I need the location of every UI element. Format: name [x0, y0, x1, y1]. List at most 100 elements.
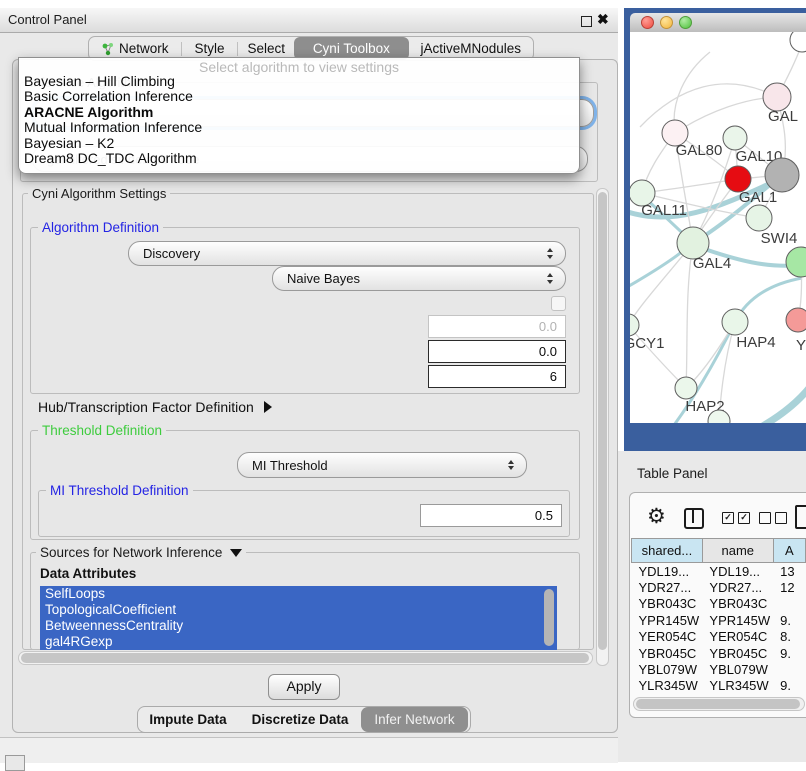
mi-steps-field[interactable]: 6 [428, 365, 566, 388]
apply-button[interactable]: Apply [268, 674, 340, 700]
table-row[interactable]: YDR27...YDR27...12 [632, 579, 806, 595]
node-green[interactable] [786, 247, 806, 277]
attribute-list-item[interactable]: TopologicalCoefficient [40, 602, 557, 618]
document-icon[interactable] [795, 505, 806, 529]
control-panel-titlebar [0, 8, 618, 33]
column-header[interactable]: shared... [632, 539, 703, 563]
network-edge [642, 179, 738, 193]
tab-label: Network [119, 41, 169, 56]
sources-title: Sources for Network Inference [40, 545, 222, 560]
deselect-checkbox-icon[interactable] [759, 512, 771, 524]
node-gcy1[interactable] [630, 314, 639, 336]
dropdown-item[interactable]: Dream8 DC_TDC Algorithm [19, 151, 579, 166]
table-cell: 9. [773, 612, 805, 628]
attribute-list-item[interactable]: BetweennessCentrality [40, 618, 557, 634]
node-gal1-label: GAL1 [739, 189, 777, 206]
table-cell: YLR345W [632, 678, 703, 694]
column-header[interactable]: A [773, 539, 805, 563]
tab-label: Cyni Toolbox [313, 41, 390, 56]
node-gal4-label: GAL4 [693, 255, 731, 272]
node-hap4-label: HAP4 [736, 334, 775, 351]
close-icon[interactable]: ✖ [597, 11, 609, 28]
node-hap2[interactable] [675, 377, 697, 399]
table-cell: YPR145W [702, 612, 773, 628]
hub-definition-label: Hub/Transcription Factor Definition [38, 399, 254, 415]
dpi-tolerance-field[interactable]: 0.0 [428, 340, 566, 363]
node-hap4[interactable] [722, 309, 748, 335]
dropdown-item[interactable]: Mutual Information Inference [19, 120, 579, 135]
dropdown-item-list: Bayesian – Hill ClimbingBasic Correlatio… [19, 74, 579, 166]
attributes-scrollbar[interactable] [544, 589, 554, 646]
dropdown-item[interactable]: Basic Correlation Inference [19, 89, 579, 104]
node-gray[interactable] [765, 158, 799, 192]
mi-threshold-field[interactable]: 0.5 [420, 504, 562, 527]
settings-vertical-scrollbar-thumb[interactable] [598, 192, 607, 650]
aracne-mode-combo[interactable]: Discovery [128, 241, 566, 266]
tab-discretize-data[interactable]: Discretize Data [239, 707, 361, 732]
network-window-titlebar[interactable] [630, 13, 806, 33]
threshold-definition-title: Threshold Definition [38, 423, 166, 438]
which-threshold-combo[interactable]: MI Threshold [237, 452, 527, 478]
node-swi4[interactable] [746, 205, 772, 231]
deselect-checkbox-icon[interactable] [775, 512, 787, 524]
table-cell: YBL079W [702, 661, 773, 677]
dropdown-item[interactable]: Bayesian – Hill Climbing [19, 74, 579, 89]
expand-right-icon [264, 401, 272, 413]
tab-infer-network[interactable]: Infer Network [361, 707, 468, 732]
table-cell: 13 [773, 563, 805, 580]
columns-icon[interactable] [684, 508, 704, 529]
table-cell [773, 596, 805, 612]
kernel-width-field[interactable]: 0.0 [428, 315, 566, 338]
which-threshold-value: MI Threshold [238, 458, 508, 473]
attribute-list-item[interactable]: gal4RGexp [40, 634, 557, 650]
table-cell: YLR345W [702, 678, 773, 694]
collapsed-panel-icon[interactable] [5, 755, 25, 771]
data-attributes-label: Data Attributes [40, 566, 136, 581]
dropdown-item[interactable]: ARACNE Algorithm [19, 105, 579, 120]
settings-horizontal-scrollbar-thumb[interactable] [21, 653, 589, 663]
manual-kernel-checkbox[interactable] [551, 296, 566, 311]
gear-icon[interactable]: ⚙ [647, 503, 666, 531]
mi-threshold-group-title: MI Threshold Definition [46, 483, 193, 498]
table-row[interactable]: YER054CYER054C8. [632, 629, 806, 645]
zoom-traffic-light-icon[interactable] [679, 16, 692, 29]
table-cell: 12 [773, 579, 805, 595]
float-window-icon[interactable] [581, 16, 592, 27]
table-cell: YPR145W [632, 612, 703, 628]
network-icon [101, 42, 115, 56]
table-panel-title: Table Panel [637, 466, 708, 481]
table-row[interactable]: YBL079WYBL079W [632, 661, 806, 677]
table-cell: YDL19... [702, 563, 773, 580]
table-row[interactable]: YLR345WYLR345W9. [632, 678, 806, 694]
node-gal-top[interactable] [763, 83, 791, 111]
node-attribute-table: shared...nameA YDL19...YDL19...13YDR27..… [631, 538, 806, 696]
table-row[interactable]: YPR145WYPR145W9. [632, 612, 806, 628]
sources-expander[interactable]: Sources for Network Inference [36, 545, 246, 560]
dropdown-item[interactable]: Bayesian – K2 [19, 136, 579, 151]
table-horizontal-scrollbar-thumb[interactable] [636, 699, 800, 709]
table-row[interactable]: YBR043CYBR043C [632, 596, 806, 612]
node-y[interactable] [786, 308, 806, 332]
minimize-traffic-light-icon[interactable] [660, 16, 673, 29]
table-cell: YDR27... [632, 579, 703, 595]
tab-label: Style [194, 41, 224, 56]
node-y-label: Y [796, 337, 806, 354]
attribute-list-item[interactable]: SelfLoops [40, 586, 557, 602]
select-all-checkbox-icon[interactable]: ✓ [738, 512, 750, 524]
network-canvas[interactable]: GALGAL80GAL10GAL1GAL11SWI4GAL4GCY1HAP4YH… [630, 32, 806, 423]
bottom-tab-strip: Impute DataDiscretize DataInfer Network [137, 706, 471, 733]
table-row[interactable]: YDL19...YDL19...13 [632, 563, 806, 580]
select-all-checkbox-icon[interactable]: ✓ [722, 512, 734, 524]
hub-definition-expander[interactable]: Hub/Transcription Factor Definition [38, 399, 272, 415]
table-cell: YBR045C [702, 645, 773, 661]
mi-type-combo[interactable]: Naive Bayes [272, 266, 566, 291]
data-attributes-list: SelfLoopsTopologicalCoefficientBetweenne… [40, 586, 557, 650]
close-traffic-light-icon[interactable] [641, 16, 654, 29]
node-gal10[interactable] [723, 126, 747, 150]
table-row[interactable]: YBR045CYBR045C9. [632, 645, 806, 661]
node-gcy1-label: GCY1 [630, 335, 664, 352]
column-header[interactable]: name [702, 539, 773, 563]
node-top[interactable] [790, 32, 806, 52]
table-row[interactable]: YIL052CYIL052C9. [632, 694, 806, 696]
tab-impute-data[interactable]: Impute Data [138, 707, 238, 732]
